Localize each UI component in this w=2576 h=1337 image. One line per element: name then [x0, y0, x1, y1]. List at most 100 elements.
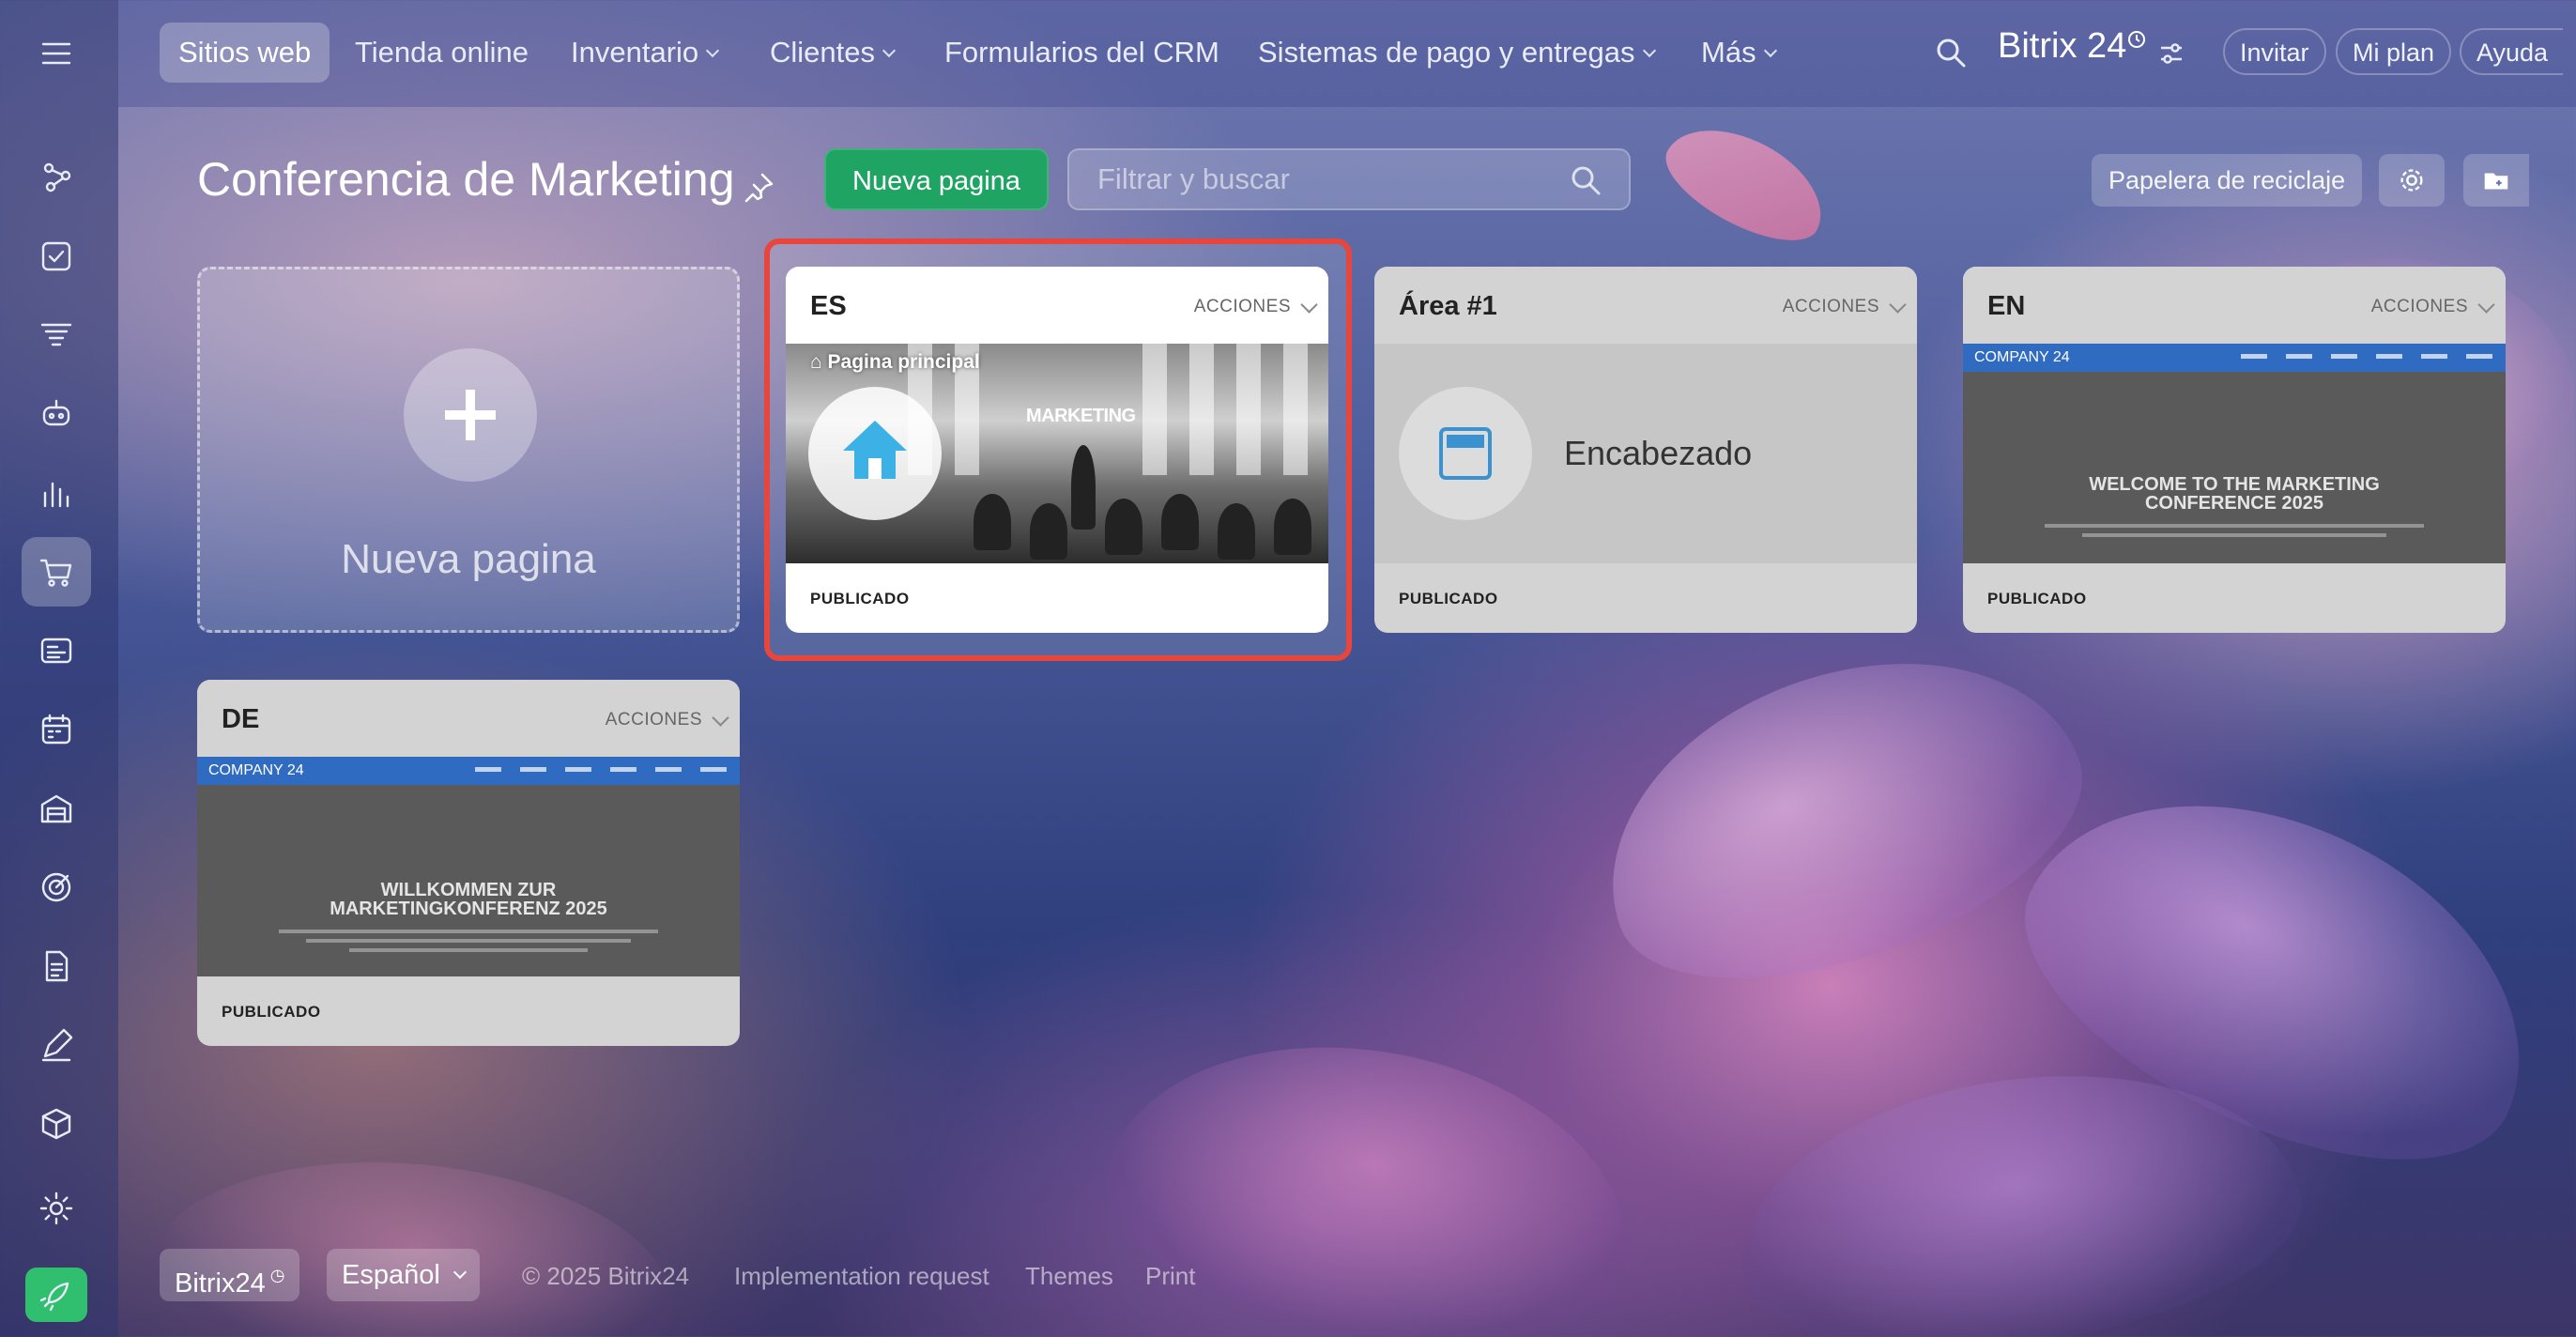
- status-badge: PUBLICADO: [1987, 590, 2087, 607]
- site-subtext: [2082, 533, 2386, 537]
- plus-icon: [404, 348, 537, 482]
- new-page-card[interactable]: Nueva pagina: [197, 267, 740, 633]
- status-badge: PUBLICADO: [222, 1003, 321, 1021]
- footer-print-link[interactable]: Print: [1145, 1262, 1195, 1291]
- rocket-icon[interactable]: [25, 1268, 87, 1322]
- header-block-badge: [1399, 387, 1532, 520]
- footer-themes-link[interactable]: Themes: [1025, 1262, 1113, 1291]
- background-flower: [1562, 601, 2118, 1033]
- settings-icon[interactable]: [22, 1174, 91, 1243]
- nav-online-store[interactable]: Tienda online: [355, 23, 529, 83]
- menu-icon[interactable]: [22, 19, 91, 88]
- card-preview[interactable]: COMPANY 24 WELCOME TO THE MARKETING CONF…: [1963, 344, 2506, 563]
- gear-icon: [2400, 169, 2423, 192]
- clock-icon: ◷: [265, 1266, 285, 1284]
- nav-inventory-label: Inventario: [571, 36, 699, 69]
- language-label: Español: [342, 1260, 440, 1290]
- card-actions[interactable]: ACCIONES: [2371, 297, 2468, 317]
- site-headline: WELCOME TO THE MARKETING: [2089, 474, 2380, 495]
- page-card-area[interactable]: Área #1 ACCIONES Encabezado PUBLICADO: [1374, 267, 1917, 633]
- site-nav-links: [475, 767, 727, 772]
- site-nav-links: [2241, 354, 2492, 359]
- header-block-icon: [1439, 427, 1492, 480]
- folder-icon: [2484, 173, 2508, 190]
- sliders-icon[interactable]: [2157, 39, 2185, 68]
- shop-icon[interactable]: [22, 537, 91, 607]
- site-logo: COMPANY 24: [1974, 349, 2070, 365]
- help-button[interactable]: Ayuda: [2460, 28, 2564, 75]
- package-icon[interactable]: [22, 1089, 91, 1159]
- settings-button[interactable]: [2379, 154, 2445, 207]
- status-badge: PUBLICADO: [1399, 590, 1498, 607]
- chevron-down-icon: [1763, 43, 1777, 58]
- card-header: DE ACCIONES: [197, 680, 740, 757]
- site-headline: CONFERENCE 2025: [2144, 493, 2324, 514]
- recycle-bin-button[interactable]: Papelera de reciclaje: [2092, 154, 2363, 207]
- sign-icon[interactable]: [22, 1010, 91, 1080]
- new-page-card-label: Nueva pagina: [341, 536, 596, 582]
- nav-payment-delivery-label: Sistemas de pago y entregas: [1258, 36, 1635, 69]
- language-selector[interactable]: Español: [327, 1249, 480, 1301]
- document-icon[interactable]: [22, 931, 91, 1001]
- card-actions[interactable]: ACCIONES: [1194, 297, 1291, 317]
- status-badge: PUBLICADO: [810, 590, 910, 607]
- footer-brand-button[interactable]: Bitrix24 ◷: [160, 1249, 300, 1301]
- folder-button[interactable]: [2463, 154, 2529, 207]
- card-actions[interactable]: ACCIONES: [1783, 297, 1879, 317]
- card-header: ES ACCIONES: [786, 267, 1328, 344]
- footer-copyright: © 2025 Bitrix24: [522, 1262, 690, 1290]
- card-preview[interactable]: MARKETING ⌂ Pagina principal: [786, 344, 1328, 563]
- footer-implementation-link[interactable]: Implementation request: [734, 1262, 989, 1291]
- background-petal: [1651, 106, 1841, 260]
- page-title: Conferencia de Marketing: [197, 153, 735, 206]
- nav-sites[interactable]: Sitios web: [160, 23, 330, 83]
- search-input[interactable]: [1097, 150, 1548, 208]
- new-page-button[interactable]: Nueva pagina: [824, 148, 1049, 210]
- target-icon[interactable]: [22, 853, 91, 922]
- workflow-icon[interactable]: [22, 143, 91, 212]
- card-title: EN: [1987, 291, 2026, 321]
- warehouse-icon[interactable]: [22, 774, 91, 843]
- analytics-icon[interactable]: [22, 458, 91, 528]
- search-box: [1067, 148, 1631, 210]
- contact-card-icon[interactable]: [22, 616, 91, 685]
- nav-clients[interactable]: Clientes: [770, 23, 897, 83]
- card-title: ES: [810, 291, 847, 321]
- site-headline: WILLKOMMEN ZUR: [380, 880, 557, 900]
- card-preview[interactable]: Encabezado: [1374, 344, 1917, 563]
- card-preview[interactable]: COMPANY 24 WILLKOMMEN ZUR MARKETINGKONFE…: [197, 757, 740, 976]
- chevron-down-icon: [452, 1265, 467, 1280]
- nav-crm-forms[interactable]: Formularios del CRM: [944, 23, 1219, 83]
- clock-icon: [2128, 31, 2145, 48]
- nav-more-label: Más: [1701, 36, 1756, 69]
- brand-logo[interactable]: Bitrix 24: [1998, 26, 2126, 67]
- site-subtext: [278, 930, 659, 933]
- tasks-icon[interactable]: [22, 222, 91, 291]
- home-badge: [808, 387, 942, 520]
- my-plan-button[interactable]: Mi plan: [2336, 28, 2452, 75]
- nav-payment-delivery[interactable]: Sistemas de pago y entregas: [1258, 23, 1656, 83]
- page-card-es[interactable]: ES ACCIONES MARKETING ⌂ Pagina principal…: [786, 267, 1328, 633]
- site-navbar: COMPANY 24: [197, 757, 740, 785]
- search-icon[interactable]: [1569, 163, 1602, 197]
- nav-inventory[interactable]: Inventario: [571, 23, 720, 83]
- chevron-down-icon: [882, 43, 897, 58]
- invite-button[interactable]: Invitar: [2223, 28, 2326, 75]
- card-header: EN ACCIONES: [1963, 267, 2506, 344]
- page-card-en[interactable]: EN ACCIONES COMPANY 24 WELCOME TO THE MA…: [1963, 267, 2506, 633]
- home-page-tag: ⌂ Pagina principal: [810, 351, 980, 373]
- site-navbar: COMPANY 24: [1963, 344, 2506, 372]
- site-headline: MARKETINGKONFERENZ 2025: [330, 899, 607, 919]
- calendar-icon[interactable]: [22, 695, 91, 764]
- card-header: Área #1 ACCIONES: [1374, 267, 1917, 344]
- home-page-tag-label: Pagina principal: [827, 351, 980, 373]
- nav-more[interactable]: Más: [1701, 23, 1777, 83]
- card-actions[interactable]: ACCIONES: [606, 710, 702, 730]
- search-icon[interactable]: [1934, 36, 1968, 69]
- funnel-icon[interactable]: [22, 300, 91, 370]
- page-card-de[interactable]: DE ACCIONES COMPANY 24 WILLKOMMEN ZUR MA…: [197, 680, 740, 1046]
- robot-icon[interactable]: [22, 379, 91, 449]
- pin-icon[interactable]: [742, 171, 775, 205]
- nav-clients-label: Clientes: [770, 36, 875, 69]
- site-subtext: [305, 939, 632, 943]
